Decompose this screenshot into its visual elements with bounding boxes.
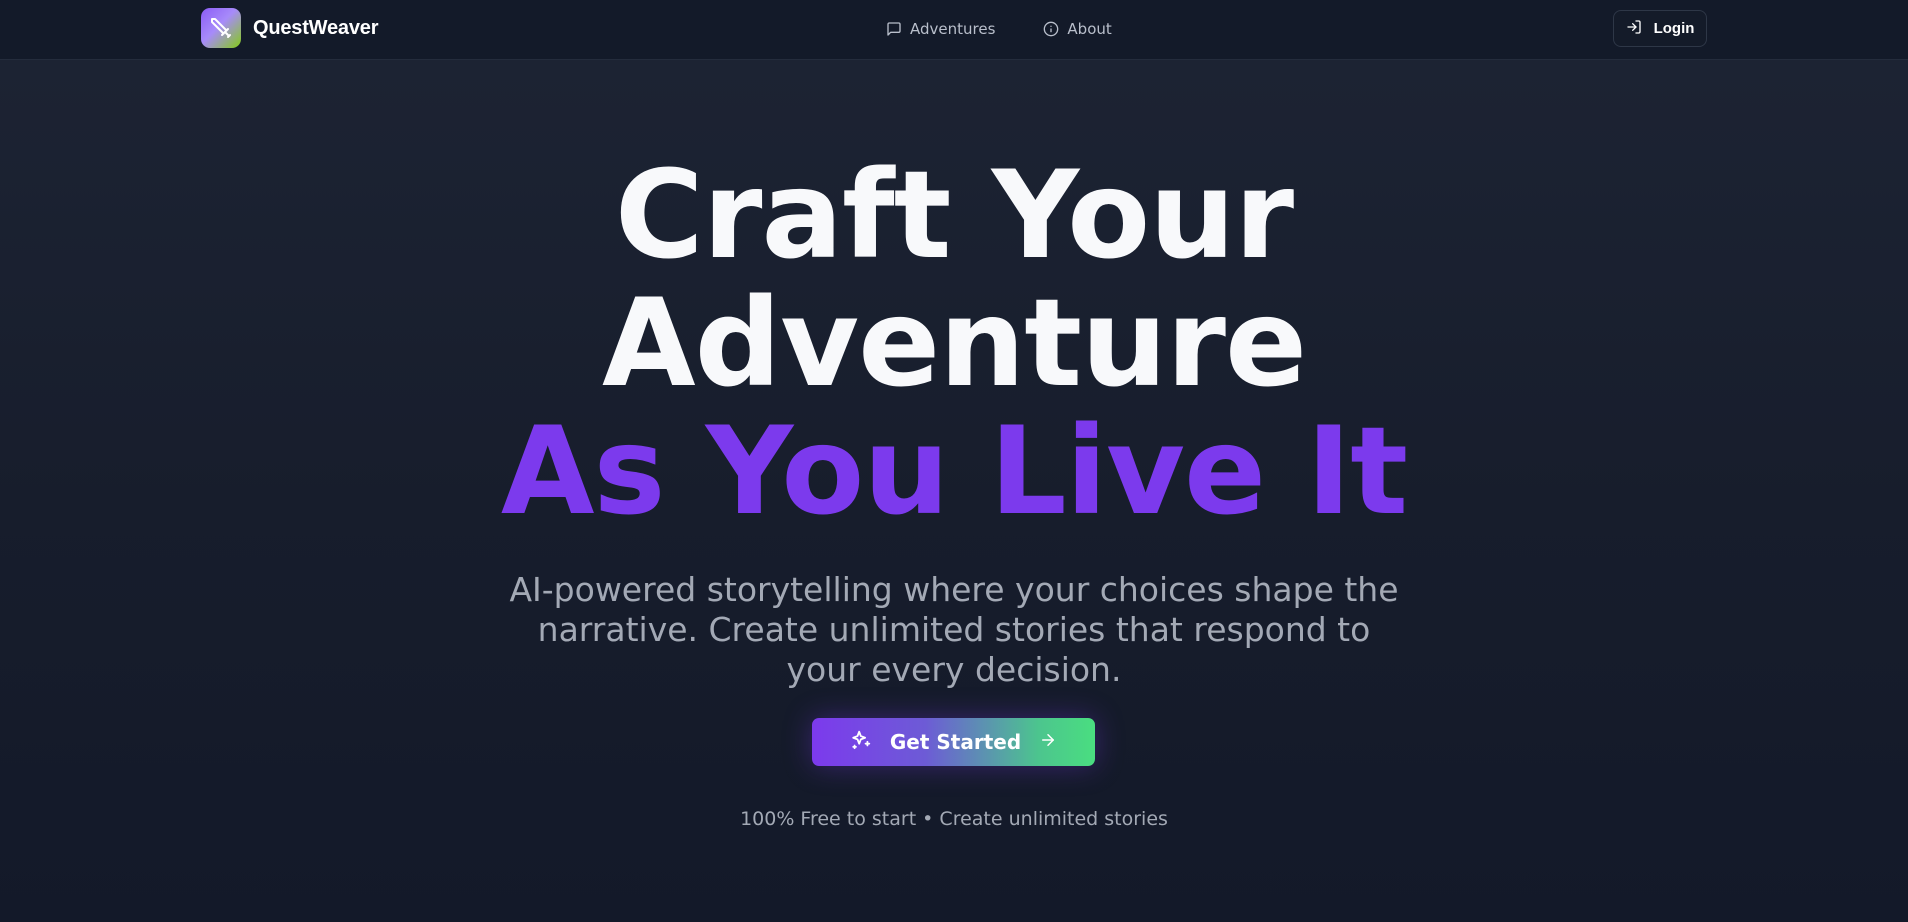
main-nav: Adventures About [886, 17, 1112, 41]
hero-headline: Craft Your Adventure As You Live It [0, 152, 1908, 536]
nav-link-label: Adventures [910, 20, 996, 38]
hero-section: Craft Your Adventure As You Live It AI-p… [0, 60, 1908, 690]
brand-name: QuestWeaver [253, 16, 379, 39]
login-button[interactable]: Login [1613, 10, 1707, 47]
nav-link-adventures[interactable]: Adventures [886, 20, 995, 38]
login-arrow-icon [1626, 19, 1642, 39]
nav-link-label: About [1067, 20, 1112, 38]
arrow-right-icon [1039, 730, 1057, 754]
headline-line-1: Craft Your [614, 145, 1294, 286]
hero-subtitle: AI-powered storytelling where your choic… [509, 570, 1399, 689]
sword-icon [201, 8, 241, 48]
sparkles-icon [850, 729, 872, 756]
nav-link-about[interactable]: About [1043, 20, 1112, 38]
info-circle-icon [1043, 21, 1059, 37]
headline-line-2: Adventure [601, 273, 1307, 414]
get-started-label: Get Started [889, 730, 1022, 754]
headline-line-3: As You Live It [500, 401, 1408, 542]
brand[interactable]: QuestWeaver [201, 8, 378, 48]
login-label: Login [1653, 20, 1695, 37]
chat-bubble-icon [886, 21, 902, 37]
get-started-button[interactable]: Get Started [812, 718, 1095, 766]
top-navbar: QuestWeaver Adventures About Login [0, 0, 1908, 60]
hero-footnote: 100% Free to start • Create unlimited st… [740, 808, 1168, 830]
